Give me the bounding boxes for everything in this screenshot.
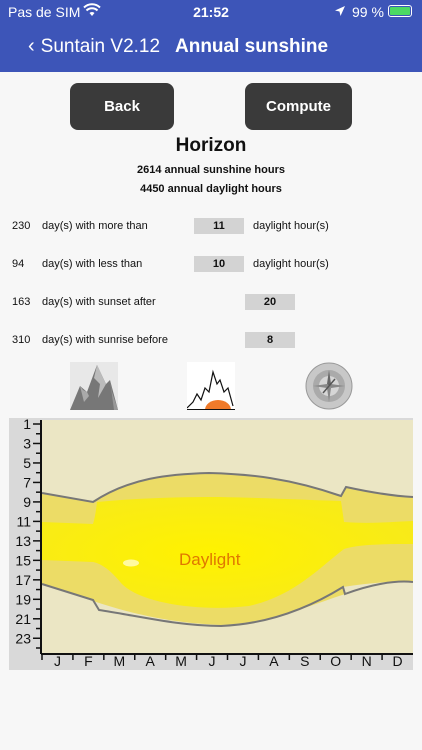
x-tick-label: F (84, 653, 93, 669)
x-tick-label: M (113, 653, 125, 669)
x-tick-label: D (392, 653, 402, 669)
row-description: day(s) with less than (42, 258, 143, 270)
nav-bar: ‹ Suntain V2.12 Annual sunshine (0, 24, 422, 72)
annual-daylight-hours: 4450 annual daylight hours (140, 183, 282, 195)
y-tick-label: 7 (23, 474, 31, 490)
x-tick-label: N (362, 653, 372, 669)
x-tick-label: S (300, 653, 309, 669)
row-unit: daylight hour(s) (253, 258, 329, 270)
location-arrow-icon (334, 4, 346, 20)
row-count: 94 (12, 258, 25, 270)
stat-row-more-than: 230 day(s) with more than 11 daylight ho… (0, 218, 422, 236)
mountain-icon[interactable] (70, 362, 118, 410)
x-tick-label: J (54, 653, 61, 669)
daylight-chart: Daylight 1 3 5 7 9 11 13 15 17 19 21 23 JFMAMJJASON… (9, 416, 414, 670)
x-tick-label: A (146, 653, 156, 669)
section-heading: Horizon (175, 135, 247, 156)
row-count: 310 (12, 334, 31, 346)
x-tick-label: A (269, 653, 279, 669)
y-tick-label: 21 (15, 611, 31, 627)
y-tick-label: 5 (23, 455, 31, 471)
x-tick-label: M (175, 653, 187, 669)
y-tick-label: 3 (23, 435, 31, 451)
y-tick-label: 15 (15, 552, 31, 568)
annual-sunshine-hours: 2614 annual sunshine hours (137, 164, 285, 176)
nav-back-button[interactable]: ‹ Suntain V2.12 (28, 35, 160, 58)
back-button[interactable]: Back (70, 83, 174, 130)
compass-icon[interactable] (305, 362, 353, 410)
row-count: 230 (12, 220, 31, 232)
daylight-chart-svg: Daylight 1357911131517192123 JFMAMJJASON… (15, 416, 414, 669)
stat-row-sunrise-before: 310 day(s) with sunrise before 8 (0, 332, 422, 350)
x-tick-label: O (330, 653, 341, 669)
x-tick-label: J (209, 653, 216, 669)
y-tick-label: 9 (23, 494, 31, 510)
y-tick-group: 1357911131517192123 (15, 416, 41, 649)
y-tick-label: 13 (15, 533, 31, 549)
horizon-sun-icon[interactable] (186, 362, 235, 410)
y-tick-label: 23 (15, 630, 31, 646)
x-tick-group: JFMAMJJASOND (41, 653, 403, 669)
row-description: day(s) with sunset after (42, 296, 156, 308)
y-tick-label: 19 (15, 591, 31, 607)
status-bar: Pas de SIM 21:52 99 % (0, 0, 422, 24)
threshold-field[interactable]: 11 (194, 218, 244, 234)
x-tick-label: J (239, 653, 246, 669)
row-description: day(s) with more than (42, 220, 148, 232)
battery-percent: 99 % (352, 4, 384, 20)
y-tick-label: 1 (23, 418, 31, 432)
row-unit: daylight hour(s) (253, 220, 329, 232)
chevron-left-icon: ‹ (28, 35, 35, 57)
threshold-field[interactable]: 8 (245, 332, 295, 348)
y-tick-label: 17 (15, 572, 31, 588)
threshold-field[interactable]: 20 (245, 294, 295, 310)
stat-row-less-than: 94 day(s) with less than 10 daylight hou… (0, 256, 422, 274)
daylight-label: Daylight (179, 550, 241, 569)
y-tick-label: 11 (16, 513, 31, 529)
compute-button[interactable]: Compute (245, 83, 352, 130)
sun-spot (123, 559, 139, 567)
stat-row-sunset-after: 163 day(s) with sunset after 20 (0, 294, 422, 312)
row-description: day(s) with sunrise before (42, 334, 168, 346)
threshold-field[interactable]: 10 (194, 256, 244, 272)
page-title: Annual sunshine (175, 36, 329, 57)
nav-back-label: Suntain V2.12 (40, 36, 161, 57)
row-count: 163 (12, 296, 31, 308)
battery-icon (388, 5, 412, 17)
